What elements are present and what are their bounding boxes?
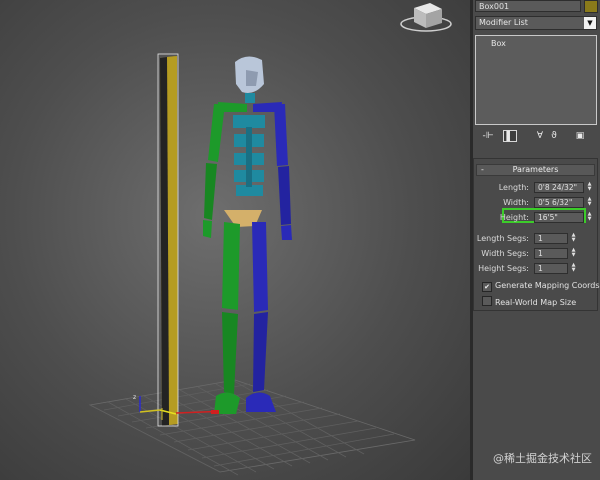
chevron-down-icon[interactable]: ▼ [584, 17, 596, 29]
width-label: Width: [503, 198, 529, 207]
width-segs-label: Width Segs: [481, 249, 529, 258]
height-spinner[interactable]: ▲ ▼ [586, 212, 593, 223]
length-segs-spinner[interactable]: ▲ ▼ [570, 233, 577, 244]
height-segs-spinner[interactable]: ▲ ▼ [570, 263, 577, 274]
modifier-list-label: Modifier List [479, 18, 528, 27]
watermark: @稀土掘金技术社区 [493, 452, 592, 465]
svg-text:z: z [133, 394, 136, 401]
rollout-collapse-toggle[interactable]: - [481, 165, 484, 175]
modifier-stack[interactable]: Box [475, 35, 597, 125]
height-field[interactable]: 16'5" [534, 212, 584, 223]
command-panel: Box001 Modifier List ▼ Box -⊩ ▌ ∀ ϑ ▣ - … [473, 0, 600, 480]
stack-toolbar: -⊩ ▌ ∀ ϑ ▣ [475, 130, 597, 144]
real-world-map-checkbox[interactable] [482, 296, 492, 306]
height-segs-field[interactable]: 1 [534, 263, 568, 274]
parameters-title: Parameters [512, 165, 559, 174]
object-name-field[interactable]: Box001 [475, 0, 581, 12]
biped-figure[interactable] [203, 56, 292, 414]
remove-modifier-icon[interactable]: ϑ [547, 130, 561, 142]
modifier-list-dropdown[interactable]: Modifier List ▼ [475, 16, 597, 30]
make-unique-icon[interactable]: ∀ [533, 130, 547, 142]
pin-stack-icon[interactable]: -⊩ [481, 130, 495, 142]
length-field[interactable]: 0'8 24/32" [534, 182, 584, 193]
configure-modifier-sets-icon[interactable]: ▣ [573, 130, 587, 142]
width-segs-field[interactable]: 1 [534, 248, 568, 259]
width-field[interactable]: 0'5 6/32" [534, 197, 584, 208]
box001-object[interactable] [157, 53, 179, 427]
length-segs-label: Length Segs: [476, 234, 529, 243]
generate-mapping-label: Generate Mapping Coords. [495, 281, 600, 290]
width-segs-spinner[interactable]: ▲ ▼ [570, 248, 577, 259]
parameters-rollout-header[interactable]: - Parameters [476, 164, 595, 176]
parameters-rollout: - Parameters Length: 0'8 24/32" ▲ ▼ Width… [473, 158, 600, 311]
viewport-scene: z [88, 3, 452, 476]
generate-mapping-checkbox[interactable]: ✔ [482, 282, 492, 292]
height-segs-label: Height Segs: [478, 264, 529, 273]
length-label: Length: [498, 183, 529, 192]
real-world-map-option[interactable]: Real-World Map Size [482, 296, 576, 307]
width-spinner[interactable]: ▲ ▼ [586, 197, 593, 208]
height-label: Height: [499, 213, 529, 222]
perspective-viewport[interactable]: z [0, 0, 470, 480]
view-cube-icon[interactable] [400, 3, 452, 32]
stack-item-box[interactable]: Box [479, 38, 600, 49]
show-end-result-icon[interactable]: ▌ [503, 130, 517, 142]
length-spinner[interactable]: ▲ ▼ [586, 182, 593, 193]
length-segs-field[interactable]: 1 [534, 233, 568, 244]
real-world-map-label: Real-World Map Size [495, 298, 577, 307]
object-color-swatch[interactable] [584, 0, 598, 13]
generate-mapping-option[interactable]: ✔ Generate Mapping Coords. [482, 280, 600, 292]
